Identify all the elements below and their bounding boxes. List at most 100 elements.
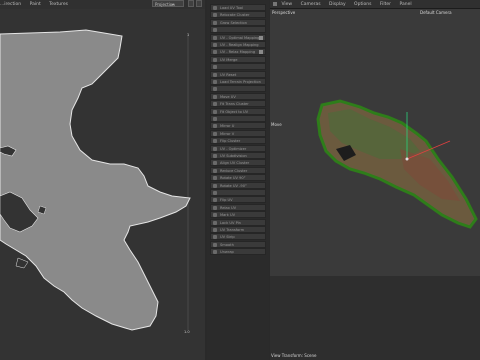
tool-label: Relocate Cluster	[220, 13, 250, 18]
tool-icon	[213, 250, 217, 255]
tool-button[interactable]	[210, 63, 266, 71]
viewport-menu-icon[interactable]	[273, 1, 277, 6]
tool-button[interactable]: Mark UV	[210, 211, 266, 219]
tool-icon	[213, 6, 217, 10]
tool-icon	[213, 131, 217, 136]
tool-icon	[213, 168, 217, 173]
tool-button[interactable]	[210, 85, 266, 93]
tool-label: Fit Object to UV	[220, 109, 249, 114]
tool-label: UV - Optimal Mapping	[220, 35, 260, 40]
uv-editor-panel[interactable]: 1 1.0	[0, 9, 205, 360]
tool-icon	[213, 198, 217, 203]
tool-label: Rotate UV 90°	[220, 176, 246, 181]
tool-label: Align UV Cluster	[220, 161, 250, 166]
gizmo-origin[interactable]	[405, 157, 409, 161]
tool-icon	[213, 205, 217, 210]
tool-label: Rotate UV -90°	[220, 183, 247, 188]
tool-label: UV - Relax Mapping	[220, 50, 256, 55]
terrain-scene[interactable]	[270, 9, 480, 360]
tool-button[interactable]: Lock UV Pin	[210, 218, 266, 226]
tool-icon	[213, 35, 217, 40]
tool-icon	[213, 57, 217, 62]
tool-icon	[213, 242, 217, 247]
tool-icon	[213, 109, 217, 114]
tool-button[interactable]: UV Merge	[210, 55, 266, 63]
tool-icon	[213, 28, 217, 33]
tool-button[interactable]: UV - Optimal Mapping	[210, 33, 266, 41]
tool-icon	[213, 235, 217, 240]
tool-label: UV Subdivision	[220, 154, 247, 158]
tool-icon	[213, 183, 217, 188]
tool-options-checkbox[interactable]	[259, 50, 263, 55]
tool-button[interactable]: Relax UV	[210, 203, 266, 211]
tool-icon	[213, 139, 217, 144]
tool-button[interactable]: UV - Relax Mapping	[210, 48, 266, 56]
tool-label: Fit Trans Cluster	[220, 102, 249, 107]
tool-label: UV - Realign Mapping	[220, 43, 259, 47]
tool-button[interactable]: UV - Realign Mapping	[210, 41, 266, 48]
tool-button[interactable]: UV Transform	[210, 226, 266, 233]
tool-icon	[213, 213, 217, 218]
uv-options-button[interactable]	[196, 0, 202, 7]
tool-label: UV Merge	[220, 57, 238, 62]
tool-label: Mark UV	[220, 213, 236, 218]
tool-button[interactable]: Rotate UV 90°	[210, 174, 266, 182]
tool-icon	[213, 154, 217, 158]
tool-button[interactable]: Relocate Cluster	[210, 11, 266, 19]
viewport-menu-cameras[interactable]: Cameras	[301, 2, 321, 7]
tool-icon	[213, 80, 217, 84]
tool-button[interactable]: UV Strip	[210, 233, 266, 241]
tool-button[interactable]	[210, 26, 266, 34]
tool-button[interactable]: Mirror U	[210, 122, 266, 130]
tool-button[interactable]: Load Terrain Projection	[210, 78, 266, 85]
viewport-menu-panel[interactable]: Panel	[399, 2, 411, 7]
tool-button[interactable]	[210, 189, 266, 196]
viewport-menu-filter[interactable]: Filter	[380, 2, 391, 7]
uv-tick-bottom: 1.0	[184, 330, 190, 334]
tool-button[interactable]: Smooth	[210, 240, 266, 248]
uv-tools-panel: Load UV Tool Relocate Cluster Grow Selecti…	[207, 0, 269, 360]
tool-icon	[213, 43, 217, 47]
tool-icon	[213, 50, 217, 55]
tool-icon	[213, 191, 217, 195]
tool-label: Move UV	[220, 94, 236, 99]
tool-icon	[213, 146, 217, 151]
tool-icon	[213, 220, 217, 225]
tool-label: Reduce Cluster	[220, 168, 248, 173]
viewport-menu-options[interactable]: Options	[354, 2, 371, 7]
tool-button[interactable]: Reduce Cluster	[210, 166, 266, 174]
tool-button[interactable]: UV Subdivision	[210, 152, 266, 159]
tool-label: Unwrap	[220, 250, 234, 255]
uv-mode-select[interactable]: Projection ▾	[152, 0, 184, 7]
uv-layout-canvas[interactable]	[0, 9, 205, 360]
tool-label: Relax UV	[220, 205, 237, 210]
tool-button[interactable]: Move UV	[210, 92, 266, 100]
tool-button[interactable]: Fit Trans Cluster	[210, 100, 266, 108]
tool-options-checkbox[interactable]	[259, 35, 263, 40]
tool-icon	[213, 102, 217, 107]
viewport-menu-view[interactable]: View	[281, 2, 292, 7]
tool-button[interactable]: Load UV Tool	[210, 4, 266, 11]
tool-label: Flip Cluster	[220, 139, 241, 144]
tool-icon	[213, 124, 217, 129]
tool-button[interactable]: Flip Cluster	[210, 137, 266, 145]
tool-button[interactable]: Fit Object to UV	[210, 107, 266, 115]
tool-button[interactable]: Unwrap	[210, 248, 266, 256]
tool-button[interactable]: UV Reset	[210, 70, 266, 78]
uv-lock-button[interactable]	[188, 0, 194, 7]
uv-menu-item-textures[interactable]: Textures	[49, 2, 68, 7]
tool-label: UV Transform	[220, 228, 245, 232]
tool-button[interactable]: Mirror V	[210, 129, 266, 137]
tool-button[interactable]: Align UV Cluster	[210, 159, 266, 167]
tool-icon	[213, 117, 217, 121]
tool-button[interactable]: Grow Selection	[210, 18, 266, 26]
tool-button[interactable]: Rotate UV -90°	[210, 181, 266, 189]
tool-button[interactable]	[210, 115, 266, 122]
tool-label: Flip UV	[220, 198, 233, 203]
tool-button[interactable]: Flip UV	[210, 196, 266, 204]
tool-icon	[213, 13, 217, 18]
viewport-menu-display[interactable]: Display	[329, 2, 346, 7]
uv-menu-item-paint[interactable]: Paint	[30, 2, 41, 7]
tool-button[interactable]: UV - Optimizer	[210, 144, 266, 152]
uv-menu-item-direction[interactable]: ...irection	[0, 2, 21, 7]
